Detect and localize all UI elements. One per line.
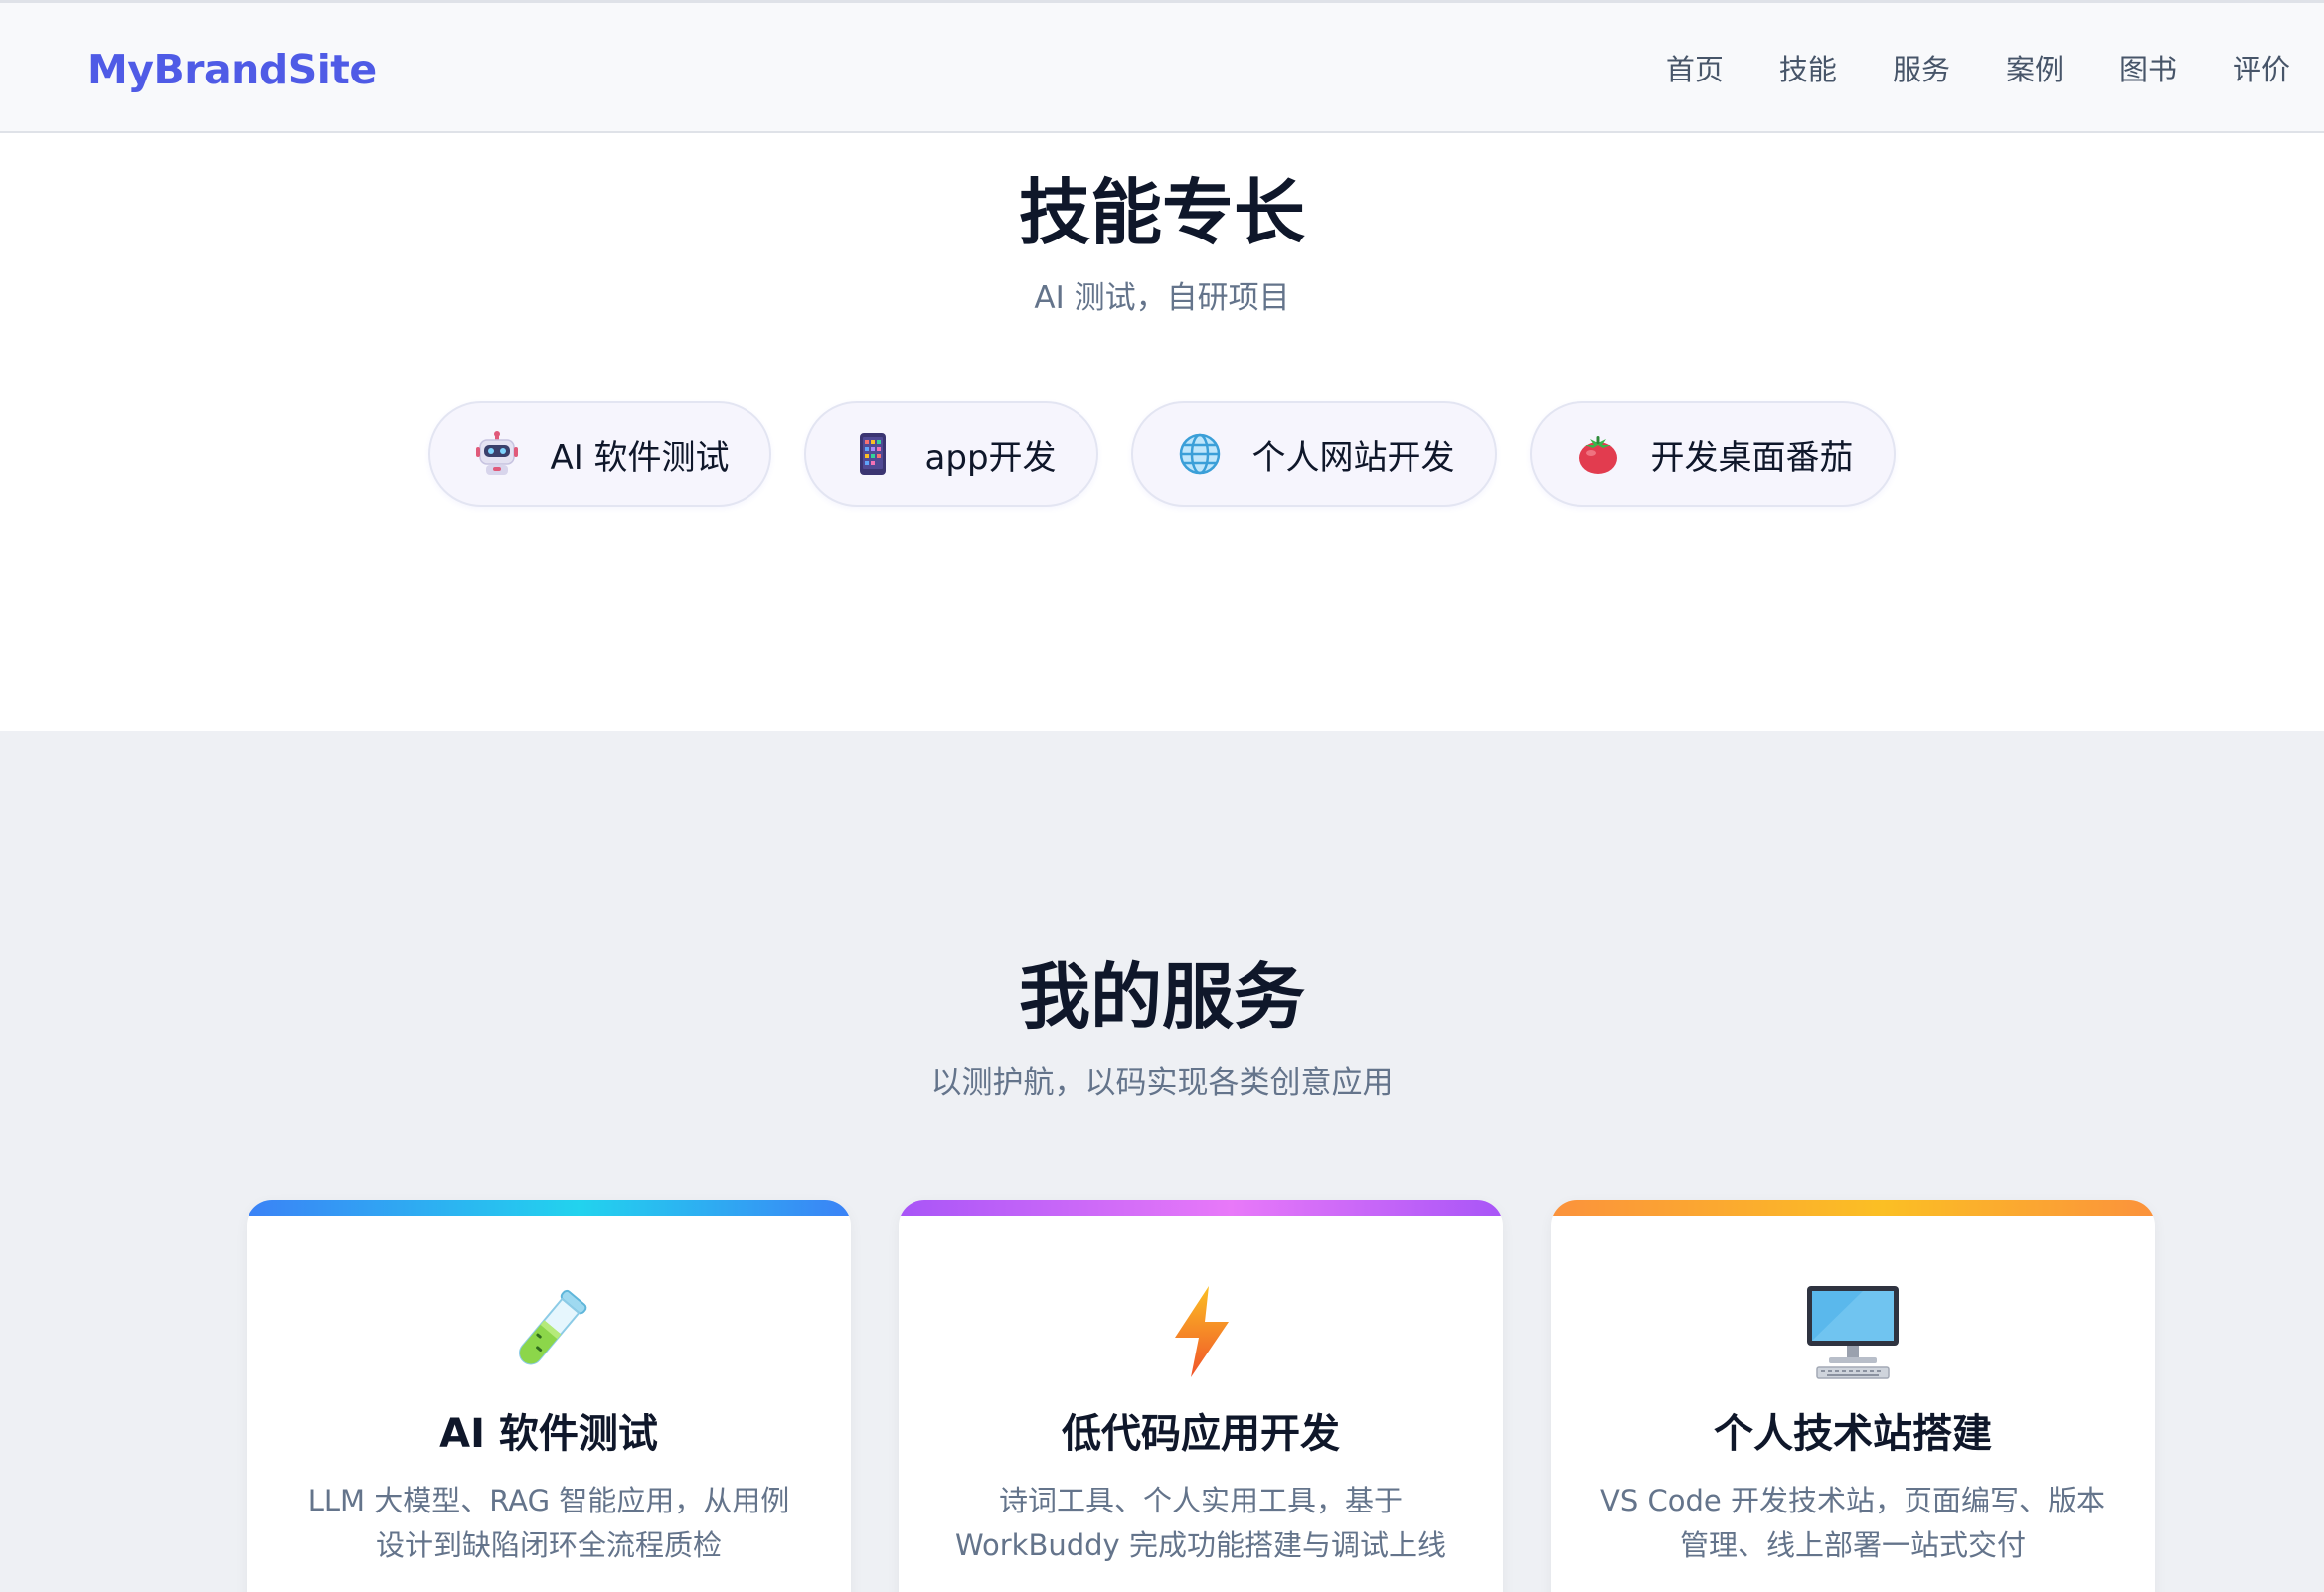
desktop-computer-icon xyxy=(1551,1282,2155,1381)
nav-links: 首页 技能 服务 案例 图书 评价 xyxy=(1666,47,2290,92)
service-card-desc: LLM 大模型、RAG 智能应用，从用例设计到缺陷闭环全流程质检 xyxy=(307,1484,790,1562)
skill-chip-label: 个人网站开发 xyxy=(1251,437,1455,478)
nav-link-cases[interactable]: 案例 xyxy=(2006,47,2064,92)
services-section: 我的服务 以测护航，以码实现各类创意应用 AI 软件测试 LLM 大模型、RAG… xyxy=(0,731,2324,1592)
nav-link-home[interactable]: 首页 xyxy=(1666,47,1724,92)
nav-link-books[interactable]: 图书 xyxy=(2119,47,2177,92)
nav-link-skills[interactable]: 技能 xyxy=(1779,47,1837,92)
brand-logo[interactable]: MyBrandSite xyxy=(87,45,377,94)
robot-icon xyxy=(474,431,520,477)
nav-link-services[interactable]: 服务 xyxy=(1893,47,1950,92)
services-title: 我的服务 xyxy=(1018,955,1305,1038)
top-navbar: MyBrandSite 首页 技能 服务 案例 图书 评价 xyxy=(0,0,2324,133)
page: MyBrandSite 首页 技能 服务 案例 图书 评价 技能专长 AI 测试… xyxy=(0,0,2324,1592)
skills-subtitle: AI 测试，自研项目 xyxy=(1034,280,1290,316)
skill-chip-label: 开发桌面番茄 xyxy=(1650,437,1854,478)
test-tube-icon xyxy=(247,1282,851,1381)
skill-chip-label: AI 软件测试 xyxy=(550,437,730,478)
nav-link-reviews[interactable]: 评价 xyxy=(2233,47,2290,92)
lightning-icon xyxy=(899,1282,1503,1381)
skills-section: 技能专长 AI 测试，自研项目 AI 软件测试 app开发 个人网站开发 开发桌… xyxy=(0,133,2324,731)
card-accent-bar xyxy=(1551,1200,2155,1216)
card-accent-bar xyxy=(899,1200,1503,1216)
skill-chip-app-dev[interactable]: app开发 xyxy=(803,401,1098,507)
service-card-low-code[interactable]: 低代码应用开发 诗词工具、个人实用工具，基于 WorkBuddy 完成功能搭建与… xyxy=(899,1200,1503,1592)
service-card-title: 低代码应用开发 xyxy=(1062,1411,1340,1457)
service-card-desc: 诗词工具、个人实用工具，基于 WorkBuddy 完成功能搭建与调试上线 xyxy=(955,1484,1446,1562)
skill-chips: AI 软件测试 app开发 个人网站开发 开发桌面番茄 xyxy=(0,401,2324,507)
service-card-ai-testing[interactable]: AI 软件测试 LLM 大模型、RAG 智能应用，从用例设计到缺陷闭环全流程质检 xyxy=(247,1200,851,1592)
skill-chip-desktop-tomato[interactable]: 开发桌面番茄 xyxy=(1529,401,1896,507)
service-card-desc: VS Code 开发技术站，页面编写、版本管理、线上部署一站式交付 xyxy=(1600,1484,2105,1562)
services-subtitle: 以测护航，以码实现各类创意应用 xyxy=(930,1065,1394,1101)
card-accent-bar xyxy=(247,1200,851,1216)
globe-icon xyxy=(1177,431,1223,477)
service-card-title: 个人技术站搭建 xyxy=(1714,1411,1992,1457)
skill-chip-label: app开发 xyxy=(924,437,1057,478)
skills-title: 技能专长 xyxy=(1018,171,1305,254)
tomato-icon xyxy=(1576,431,1621,477)
skill-chip-ai-testing[interactable]: AI 软件测试 xyxy=(428,401,771,507)
service-card-tech-site[interactable]: 个人技术站搭建 VS Code 开发技术站，页面编写、版本管理、线上部署一站式交… xyxy=(1551,1200,2155,1592)
phone-icon xyxy=(850,431,896,477)
skill-chip-website-dev[interactable]: 个人网站开发 xyxy=(1130,401,1497,507)
service-card-title: AI 软件测试 xyxy=(439,1411,658,1457)
